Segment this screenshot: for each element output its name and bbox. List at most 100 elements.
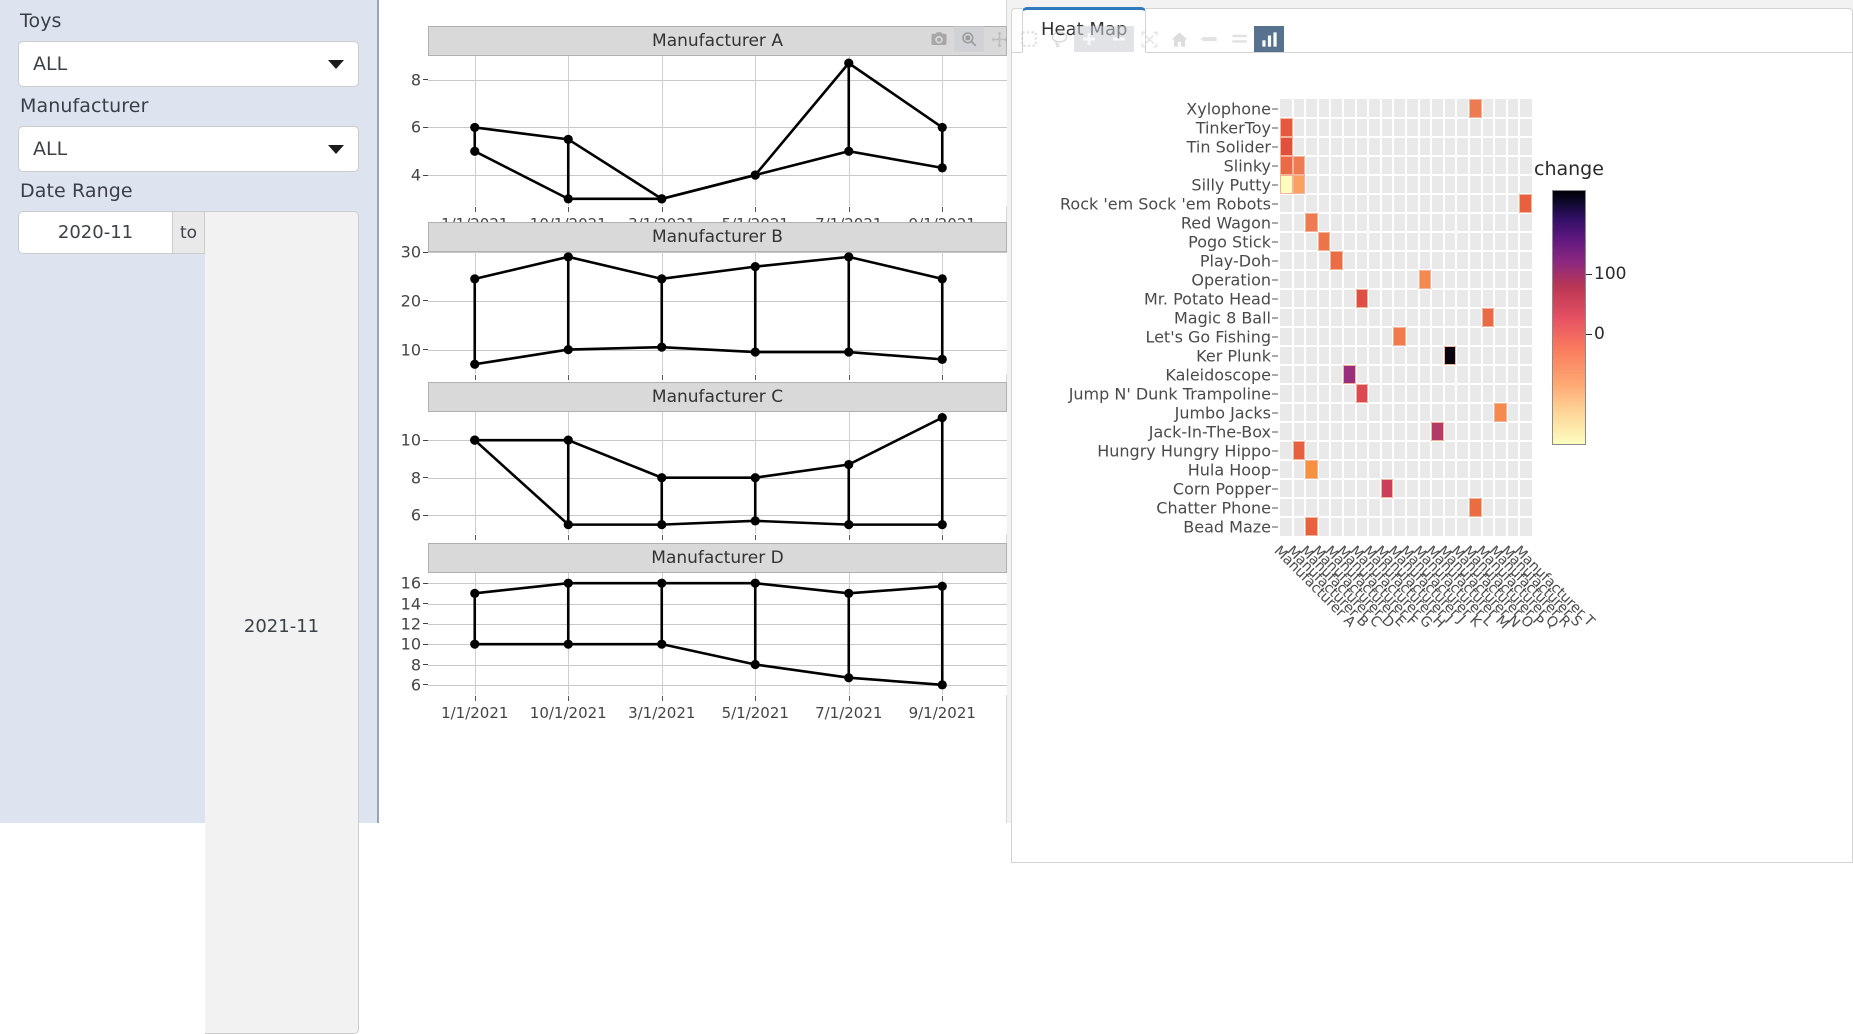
heatmap-y-axis-label: Tin Solider bbox=[1012, 137, 1278, 156]
date-end-input[interactable]: 2021-11 bbox=[205, 211, 359, 1034]
heatmap-y-axis-label: Jack-In-The-Box bbox=[1012, 422, 1278, 441]
heatmap-gridline bbox=[1329, 99, 1332, 536]
zoom-out-icon[interactable] bbox=[1104, 26, 1134, 52]
heatmap-gridline bbox=[1280, 478, 1532, 480]
heatmap-cell[interactable] bbox=[1443, 346, 1457, 365]
heatmap-gridline bbox=[1280, 288, 1532, 290]
x-axis-tick-mark bbox=[755, 207, 757, 212]
camera-icon[interactable] bbox=[924, 26, 954, 52]
reset-axes-home-icon[interactable] bbox=[1164, 26, 1194, 52]
facet-plot-area[interactable]: 68101/1/202110/1/20213/1/20215/1/20217/1… bbox=[401, 412, 1007, 561]
heatmap-cell[interactable] bbox=[1343, 365, 1356, 384]
line-series bbox=[470, 578, 947, 690]
heatmap-gridline bbox=[1280, 307, 1532, 309]
heatmap-cell[interactable] bbox=[1519, 194, 1532, 213]
box-select-icon[interactable] bbox=[1014, 26, 1044, 52]
x-axis-tick-label: 5/1/2021 bbox=[721, 704, 789, 722]
heatmap-y-axis-label: Xylophone bbox=[1012, 99, 1278, 118]
toys-label: Toys bbox=[20, 10, 62, 32]
heatmap-cell[interactable] bbox=[1305, 460, 1318, 479]
heatmap-cell[interactable] bbox=[1469, 99, 1482, 118]
heatmap-cell[interactable] bbox=[1431, 422, 1444, 441]
heatmap-cell[interactable] bbox=[1481, 308, 1495, 327]
zoom-in-icon[interactable] bbox=[1074, 26, 1104, 52]
date-range-separator: to bbox=[172, 211, 205, 254]
facet-plot-area[interactable]: 1020301/1/202110/1/20213/1/20215/1/20217… bbox=[401, 243, 1007, 401]
colorbar-tick-label: 100 bbox=[1585, 264, 1627, 285]
y-axis-tick-label: 14 bbox=[400, 594, 421, 613]
chevron-down-icon bbox=[328, 59, 344, 69]
heatmap-cell[interactable] bbox=[1305, 517, 1318, 536]
facet-plot-area[interactable]: 4681/1/202110/1/20213/1/20215/1/20217/1/… bbox=[411, 56, 1007, 233]
x-axis-tick-label: 1/1/2021 bbox=[441, 704, 509, 722]
toys-select[interactable]: ALL bbox=[18, 41, 359, 87]
lasso-select-icon[interactable] bbox=[1044, 26, 1074, 52]
line-series bbox=[470, 252, 947, 369]
line-series bbox=[470, 413, 947, 530]
heatmap-cell[interactable] bbox=[1280, 118, 1293, 137]
heatmap-cell[interactable] bbox=[1292, 156, 1306, 175]
x-axis-tick-mark bbox=[942, 207, 944, 212]
y-axis-tick-label: 8 bbox=[410, 70, 421, 90]
manufacturer-select-value: ALL bbox=[33, 138, 68, 160]
toys-select-value: ALL bbox=[33, 53, 68, 75]
x-axis-tick-mark bbox=[568, 696, 570, 701]
date-range-label: Date Range bbox=[20, 180, 133, 202]
y-axis-tick-label: 16 bbox=[400, 573, 421, 593]
x-axis-tick-mark bbox=[474, 207, 476, 212]
zoom-icon[interactable] bbox=[954, 26, 984, 52]
heatmap-cell[interactable] bbox=[1317, 232, 1331, 251]
heatmap-gridline bbox=[1280, 383, 1532, 385]
heatmap-y-axis-label: Let's Go Fishing bbox=[1012, 327, 1278, 346]
heatmap-cell[interactable] bbox=[1494, 403, 1507, 422]
heatmap-cell[interactable] bbox=[1469, 498, 1482, 517]
plotly-logo-icon[interactable] bbox=[1254, 26, 1284, 52]
app-root: Toys ALL Manufacturer ALL Date Range 202… bbox=[0, 0, 1853, 1034]
pan-icon[interactable] bbox=[984, 26, 1014, 52]
heatmap-cell[interactable] bbox=[1355, 384, 1369, 403]
x-axis-tick-mark bbox=[942, 535, 944, 540]
heatmap-gridline bbox=[1280, 136, 1532, 138]
toggle-spike-lines-icon[interactable] bbox=[1194, 26, 1224, 52]
y-axis-tick-label: 8 bbox=[410, 468, 421, 488]
y-axis-tick-label: 10 bbox=[400, 634, 421, 654]
heatmap-y-axis-label: Red Wagon bbox=[1012, 213, 1278, 232]
heatmap-cell[interactable] bbox=[1292, 175, 1306, 194]
heatmap-cell[interactable] bbox=[1330, 251, 1343, 270]
heatmap-cell[interactable] bbox=[1305, 213, 1318, 232]
manufacturer-select[interactable]: ALL bbox=[18, 126, 359, 172]
heatmap-cell[interactable] bbox=[1280, 156, 1293, 175]
facet-plot-area[interactable]: 6 8 10 12 14 16 1/1/2021 10/1/2021 3/1/2021 5/1/2… bbox=[401, 573, 1007, 722]
heatmap-y-axis-label: Slinky bbox=[1012, 156, 1278, 175]
heatmap-cell[interactable] bbox=[1280, 175, 1293, 194]
y-axis-tick-label: 10 bbox=[400, 340, 421, 360]
heatmap-y-axis-label: Mr. Potato Head bbox=[1012, 289, 1278, 308]
heatmap-cell[interactable] bbox=[1418, 270, 1432, 289]
facet-title: Manufacturer C bbox=[428, 382, 1007, 412]
heatmap-gridline bbox=[1379, 99, 1382, 536]
y-axis-tick-label: 10 bbox=[400, 430, 421, 450]
x-axis-tick-mark bbox=[942, 696, 944, 701]
heatmap-cell[interactable] bbox=[1380, 479, 1394, 498]
show-hover-compare-icon[interactable] bbox=[1224, 26, 1254, 52]
heatmap-gridline bbox=[1280, 212, 1532, 214]
heatmap-gridline bbox=[1280, 440, 1532, 442]
heatmap-cell[interactable] bbox=[1292, 441, 1306, 460]
facet-1: Manufacturer A4681/1/202110/1/20213/1/20… bbox=[379, 26, 1007, 234]
y-axis-tick-label: 4 bbox=[410, 165, 421, 185]
heatmap-gridline bbox=[1417, 99, 1420, 536]
facet-3: Manufacturer C68101/1/202110/1/20213/1/2… bbox=[379, 382, 1007, 562]
autoscale-icon[interactable] bbox=[1134, 26, 1164, 52]
x-axis-tick-mark bbox=[568, 535, 570, 540]
heatmap-gridline bbox=[1280, 155, 1532, 157]
heatmap-cell[interactable] bbox=[1393, 327, 1406, 346]
facet-title: Manufacturer D bbox=[428, 543, 1007, 573]
plotly-modebar[interactable] bbox=[924, 26, 1284, 52]
heatmap-cell[interactable] bbox=[1280, 137, 1293, 156]
date-start-input[interactable]: 2020-11 bbox=[18, 211, 172, 254]
facet-container: Manufacturer A4681/1/202110/1/20213/1/20… bbox=[379, 0, 1007, 823]
heatmap-cell[interactable] bbox=[1355, 289, 1369, 308]
x-axis-tick-mark bbox=[848, 696, 850, 701]
x-axis-tick-mark bbox=[661, 696, 663, 701]
x-axis-tick-label: 3/1/2021 bbox=[628, 704, 696, 722]
